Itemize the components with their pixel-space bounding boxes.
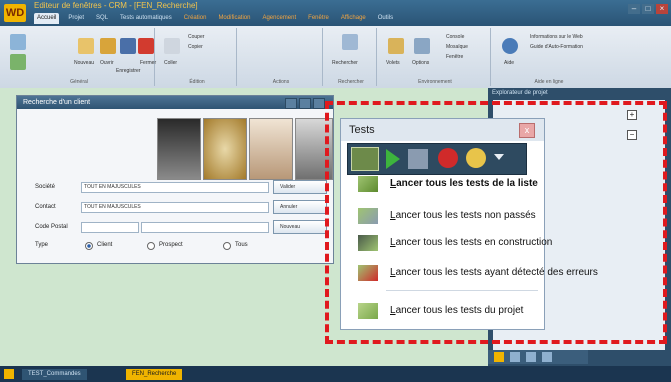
radio-client[interactable] bbox=[85, 242, 93, 250]
coller-icon[interactable] bbox=[164, 38, 180, 54]
tab-modification[interactable]: Modification bbox=[215, 13, 253, 24]
ribbon-group-rechercher: Rechercher Rechercher bbox=[326, 28, 377, 86]
guide-label[interactable]: Guide d'Auto-Formation bbox=[530, 44, 583, 50]
couper-label[interactable]: Couper bbox=[188, 34, 204, 40]
label-contact: Contact bbox=[35, 204, 56, 210]
ribbon-group-aide: Aide Informations sur le Web Guide d'Aut… bbox=[494, 28, 604, 86]
explorer-tool-icon[interactable] bbox=[494, 352, 504, 362]
window-title: Editeur de fenêtres - CRM - [FEN_Recherc… bbox=[34, 1, 198, 10]
coller-label[interactable]: Coller bbox=[164, 60, 177, 66]
options-label[interactable]: Options bbox=[412, 60, 429, 66]
explorer-tool-icon[interactable] bbox=[510, 352, 520, 362]
product-image-watch bbox=[203, 118, 247, 180]
tab-agencement[interactable]: Agencement bbox=[259, 13, 299, 24]
app-logo[interactable]: WD bbox=[4, 4, 26, 22]
fermer-icon[interactable] bbox=[138, 38, 154, 54]
enregistrer-label[interactable]: Enregistrer bbox=[116, 68, 140, 74]
tab-outils[interactable]: Outils bbox=[375, 13, 396, 24]
explorer-toolbar bbox=[488, 350, 588, 364]
maximize-button[interactable]: □ bbox=[642, 4, 654, 14]
radio-prospect[interactable] bbox=[147, 242, 155, 250]
help-icon[interactable] bbox=[502, 38, 518, 54]
tab-fenetre[interactable]: Fenêtre bbox=[305, 13, 332, 24]
console-label[interactable]: Console bbox=[446, 34, 464, 40]
status-tab-fen-recherche[interactable]: FEN_Recherche bbox=[126, 369, 183, 380]
valider-button[interactable]: Valider bbox=[273, 180, 327, 194]
info-web-label[interactable]: Informations sur le Web bbox=[530, 34, 583, 40]
nouveau-label: Nouveau bbox=[280, 224, 301, 230]
enregistrer-icon[interactable] bbox=[120, 38, 136, 54]
fermer-label[interactable]: Fermer bbox=[140, 60, 156, 66]
rechercher-label[interactable]: Rechercher bbox=[332, 60, 358, 66]
form-close-icon[interactable] bbox=[313, 98, 325, 109]
ribbon-group-edition: Couper Copier Coller Édition bbox=[158, 28, 237, 86]
contact-input[interactable]: TOUT EN MAJUSCULES bbox=[81, 202, 269, 213]
copier-label[interactable]: Copier bbox=[188, 44, 203, 50]
group-label-general: Général bbox=[70, 79, 88, 85]
group-label-rechercher: Rechercher bbox=[338, 79, 364, 85]
form-window-recherche-client[interactable]: Recherche d'un client Société TOUT EN MA… bbox=[16, 95, 334, 264]
group-label-environnement: Environnement bbox=[418, 79, 452, 85]
tab-projet[interactable]: Projet bbox=[65, 13, 87, 24]
group-label-edition: Édition bbox=[189, 79, 205, 85]
label-type: Type bbox=[35, 242, 49, 248]
tab-tests-automatiques[interactable]: Tests automatiques bbox=[117, 13, 175, 24]
code-postal-input[interactable] bbox=[81, 222, 139, 233]
radio-tous-label[interactable]: Tous bbox=[235, 242, 248, 248]
volets-label[interactable]: Volets bbox=[386, 60, 400, 66]
product-image-bracelet bbox=[249, 118, 293, 180]
nouveau-label[interactable]: Nouveau bbox=[74, 60, 94, 66]
new-doc-icon[interactable] bbox=[10, 34, 26, 50]
refresh-icon[interactable] bbox=[10, 54, 26, 70]
mosaique-label[interactable]: Mosaïque bbox=[446, 44, 468, 50]
ouvrir-label[interactable]: Ouvrir bbox=[100, 60, 114, 66]
group-label-actions: Actions bbox=[272, 79, 290, 85]
home-icon[interactable] bbox=[4, 369, 14, 379]
close-window-button[interactable]: × bbox=[656, 4, 668, 14]
ribbon-group-actions: Actions bbox=[240, 28, 323, 86]
radio-tous[interactable] bbox=[223, 242, 231, 250]
product-image-laptop bbox=[157, 118, 201, 180]
volets-icon[interactable] bbox=[388, 38, 404, 54]
tab-affichage[interactable]: Affichage bbox=[338, 13, 369, 24]
status-bar: TEST_Commandes FEN_Recherche bbox=[0, 366, 671, 382]
highlight-frame bbox=[325, 101, 667, 344]
radio-client-label[interactable]: Client bbox=[97, 242, 112, 248]
tab-sql[interactable]: SQL bbox=[93, 13, 111, 24]
nouveau-button[interactable]: Nouveau bbox=[273, 220, 327, 234]
explorer-tool-icon[interactable] bbox=[542, 352, 552, 362]
search-icon[interactable] bbox=[342, 34, 358, 50]
explorer-tool-icon[interactable] bbox=[526, 352, 536, 362]
annuler-label: Annuler bbox=[280, 204, 298, 210]
form-maximize-icon[interactable] bbox=[299, 98, 311, 109]
ouvrir-icon[interactable] bbox=[100, 38, 116, 54]
ribbon-group-general: Nouveau Ouvrir Enregistrer Fermer Généra… bbox=[4, 28, 156, 86]
label-code-postal: Code Postal bbox=[35, 224, 68, 230]
explorer-title: Explorateur de projet bbox=[492, 90, 548, 96]
societe-input[interactable]: TOUT EN MAJUSCULES bbox=[81, 182, 269, 193]
fenetre-label[interactable]: Fenêtre bbox=[446, 54, 463, 60]
ribbon: Nouveau Ouvrir Enregistrer Fermer Généra… bbox=[0, 26, 671, 89]
annuler-button[interactable]: Annuler bbox=[273, 200, 327, 214]
ribbon-group-environnement: Volets Options Console Mosaïque Fenêtre … bbox=[380, 28, 491, 86]
aide-label[interactable]: Aide bbox=[504, 60, 514, 66]
tab-creation[interactable]: Création bbox=[181, 13, 210, 24]
form-window-title: Recherche d'un client bbox=[23, 99, 91, 106]
minimize-button[interactable]: – bbox=[628, 4, 640, 14]
nouveau-icon[interactable] bbox=[78, 38, 94, 54]
options-icon[interactable] bbox=[414, 38, 430, 54]
label-societe: Société bbox=[35, 184, 56, 190]
tab-accueil[interactable]: Accueil bbox=[34, 13, 60, 24]
valider-label: Valider bbox=[280, 184, 296, 190]
group-label-aide: Aide en ligne bbox=[534, 79, 564, 85]
title-bar: WD Editeur de fenêtres - CRM - [FEN_Rech… bbox=[0, 0, 671, 26]
status-tab-test-commandes[interactable]: TEST_Commandes bbox=[22, 369, 87, 380]
ville-input[interactable] bbox=[141, 222, 269, 233]
radio-prospect-label[interactable]: Prospect bbox=[159, 242, 183, 248]
ribbon-tabs: Accueil Projet SQL Tests automatiques Cr… bbox=[34, 13, 396, 24]
form-minimize-icon[interactable] bbox=[285, 98, 297, 109]
